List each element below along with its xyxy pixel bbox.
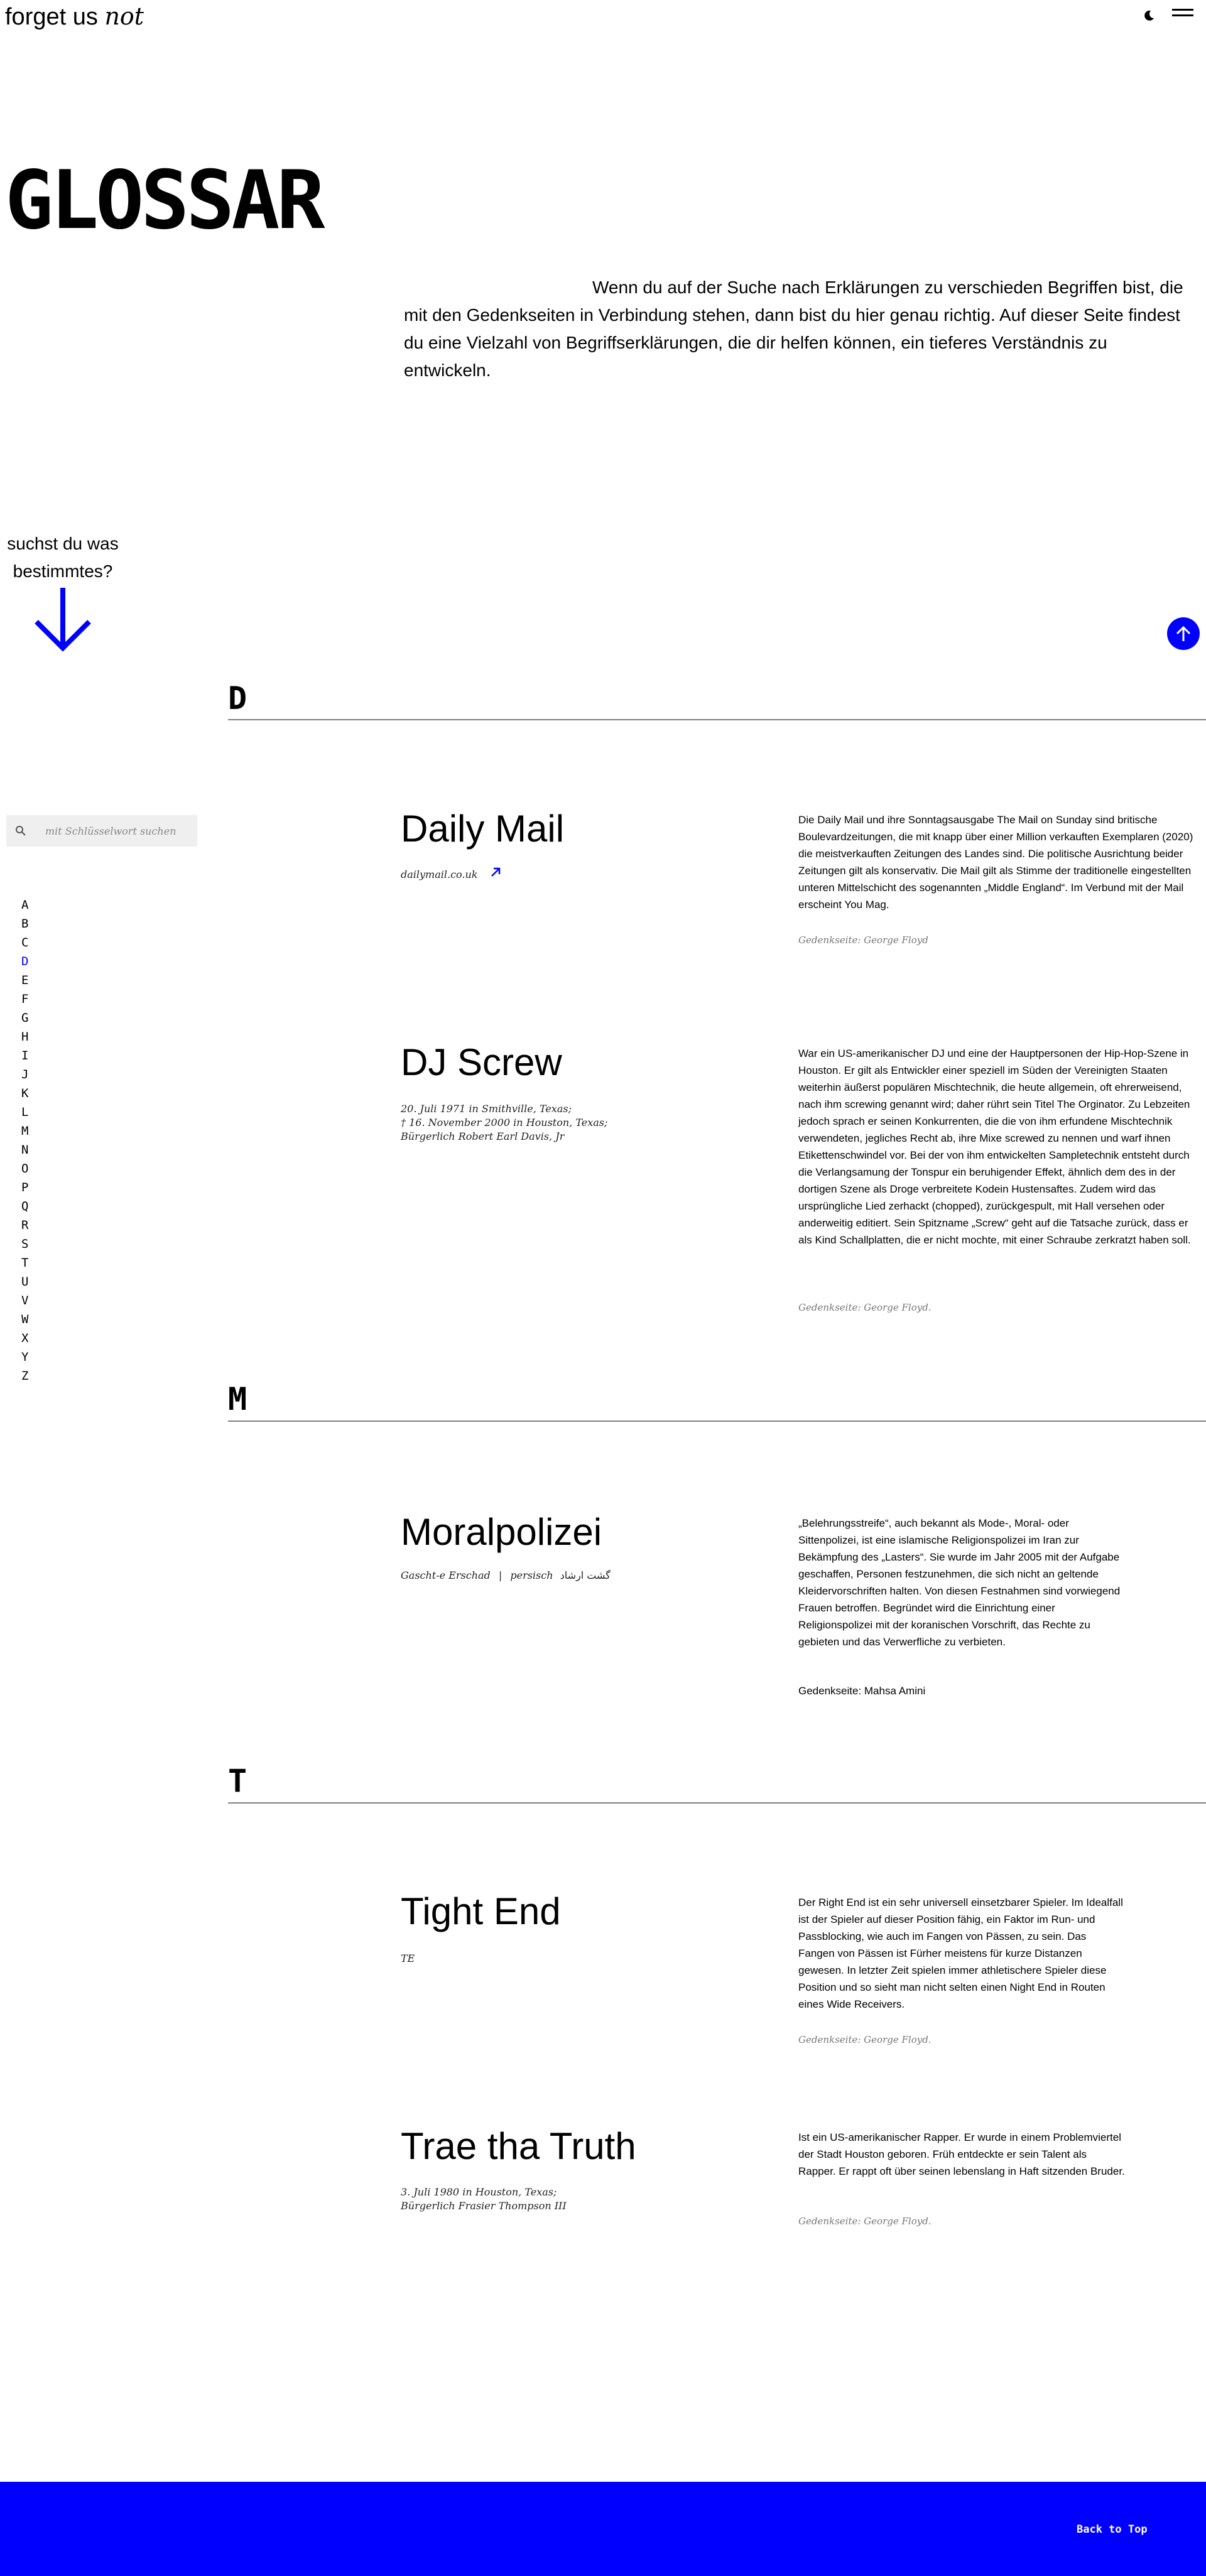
entry-desc-daily-mail: Die Daily Mail und ihre Sonntagsausgabe … (798, 814, 1193, 911)
alphabet-link-o[interactable]: O (21, 1159, 40, 1178)
section-heading-m: M (228, 1381, 247, 1417)
entry-meta-line: † 16. November 2000 in Houston, Texas; (401, 1117, 608, 1128)
alphabet-link-p[interactable]: P (21, 1178, 40, 1197)
section-divider (228, 1802, 1206, 1804)
entry-title-daily-mail: Daily Mail (401, 808, 565, 850)
site-logo[interactable]: forget us not (5, 1, 144, 32)
page-title: GLOSSAR (5, 154, 325, 247)
alphabet-link-i[interactable]: I (21, 1046, 40, 1065)
entry-meta-language: persisch (510, 1569, 553, 1581)
entry-meta-persian: گشت ارشاد (560, 1569, 611, 1581)
alphabet-link-f[interactable]: F (21, 990, 40, 1009)
section-heading-d: D (228, 680, 247, 717)
alphabet-link-x[interactable]: X (21, 1329, 40, 1348)
scroll-to-top-button[interactable] (1167, 617, 1200, 650)
entry-title-trae-tha-truth: Trae tha Truth (401, 2125, 636, 2167)
alphabet-link-u[interactable]: U (21, 1272, 40, 1291)
search-prompt-line1: suchst du was (7, 534, 119, 553)
alphabet-link-e[interactable]: E (21, 971, 40, 990)
alphabet-link-a[interactable]: A (21, 896, 40, 914)
section-heading-t: T (228, 1763, 247, 1799)
entry-ref-trae-tha-truth[interactable]: Gedenkseite: George Floyd. (798, 2214, 932, 2228)
alphabet-link-j[interactable]: J (21, 1065, 40, 1084)
alphabet-link-w[interactable]: W (21, 1310, 40, 1329)
entry-ref-daily-mail[interactable]: Gedenkseite: George Floyd (798, 933, 928, 947)
entry-meta-line: 20. Juli 1971 in Smithville, Texas; (401, 1103, 572, 1115)
back-to-top-link[interactable]: Back to Top (1077, 2523, 1148, 2536)
alphabet-link-k[interactable]: K (21, 1084, 40, 1103)
menu-icon[interactable] (1172, 9, 1193, 23)
alphabet-link-y[interactable]: Y (21, 1348, 40, 1366)
alphabet-link-r[interactable]: R (21, 1216, 40, 1235)
entry-ref-dj-screw[interactable]: Gedenkseite: George Floyd. (798, 1301, 932, 1314)
alphabet-link-m[interactable]: M (21, 1122, 40, 1140)
logo-text: forget us (5, 4, 98, 30)
search-input[interactable] (45, 815, 196, 847)
entry-meta-line: Bürgerlich Frasier Thompson III (401, 2200, 567, 2212)
external-link-icon[interactable] (490, 867, 501, 881)
alphabet-link-c[interactable]: C (21, 933, 40, 952)
entry-meta-line: 3. Juli 1980 in Houston, Texas; (401, 2186, 557, 2198)
alphabet-link-h[interactable]: H (21, 1027, 40, 1046)
alphabet-link-b[interactable]: B (21, 914, 40, 933)
logo-text-italic: not (104, 3, 144, 30)
entry-link-daily-mail[interactable]: dailymail.co.uk (401, 868, 477, 882)
entry-meta-line: Bürgerlich Robert Earl Davis, Jr (401, 1130, 565, 1142)
search-prompt-line2: bestimmtes? (13, 561, 113, 581)
alphabet-link-g[interactable]: G (21, 1009, 40, 1027)
entry-title-tight-end: Tight End (401, 1890, 561, 1932)
alphabet-link-l[interactable]: L (21, 1103, 40, 1122)
search-icon (16, 826, 26, 836)
alphabet-link-n[interactable]: N (21, 1140, 40, 1159)
moon-icon[interactable] (1142, 9, 1156, 23)
alphabet-link-q[interactable]: Q (21, 1197, 40, 1216)
entry-ref-moralpolizei[interactable]: Gedenkseite: Mahsa Amini (798, 1684, 925, 1698)
entry-ref-tight-end[interactable]: Gedenkseite: George Floyd. (798, 2033, 932, 2047)
section-divider (228, 719, 1206, 720)
arrow-up-icon (1176, 625, 1191, 641)
arrow-down-icon (33, 588, 93, 653)
alphabet-link-d[interactable]: D (21, 952, 40, 971)
entry-desc-dj-screw: War ein US-amerikanischer DJ und eine de… (798, 1047, 1191, 1246)
meta-separator: | (498, 1569, 503, 1581)
entry-desc-trae-tha-truth: Ist ein US-amerikanischer Rapper. Er wur… (798, 2131, 1125, 2177)
footer: Back to Top (0, 2482, 1206, 2576)
search-box[interactable] (6, 815, 197, 847)
entry-desc-tight-end: Der Right End ist ein sehr universell ei… (798, 1897, 1123, 2010)
entry-meta-moralpolizei: Gascht-e Erschad | persisch گشت ارشاد (401, 1569, 611, 1583)
section-divider (228, 1421, 1206, 1422)
alphabet-link-v[interactable]: V (21, 1291, 40, 1310)
entry-desc-moralpolizei: „Belehrungsstreife“, auch bekannt als Mo… (798, 1517, 1121, 1648)
entry-meta-dj-screw: 20. Juli 1971 in Smithville, Texas; † 16… (401, 1102, 607, 1144)
alphabet-nav: A B C D E F G H I J K L M N O P Q R S T … (21, 896, 40, 1385)
entry-meta-trae-tha-truth: 3. Juli 1980 in Houston, Texas; Bürgerli… (401, 2185, 567, 2213)
entry-title-dj-screw: DJ Screw (401, 1041, 562, 1083)
entry-meta-name: Gascht-e Erschad (401, 1569, 491, 1581)
search-prompt: suchst du was bestimmtes? (0, 530, 126, 585)
alphabet-link-s[interactable]: S (21, 1235, 40, 1253)
alphabet-link-z[interactable]: Z (21, 1366, 40, 1385)
alphabet-link-t[interactable]: T (21, 1253, 40, 1272)
entry-meta-tight-end: TE (401, 1952, 415, 1964)
entry-title-moralpolizei: Moralpolizei (401, 1511, 602, 1553)
intro-text: Wenn du auf der Suche nach Erklärungen z… (404, 278, 1183, 380)
